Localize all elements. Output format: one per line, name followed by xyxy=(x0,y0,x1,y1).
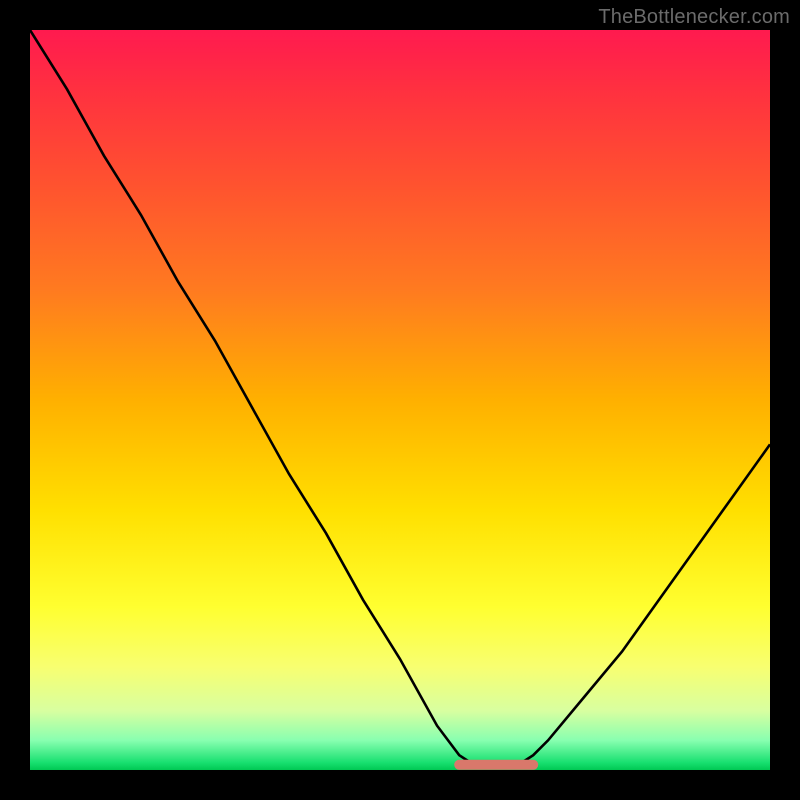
chart-container: TheBottlenecker.com xyxy=(0,0,800,800)
watermark-text: TheBottlenecker.com xyxy=(598,6,790,29)
plot-area xyxy=(30,30,770,770)
bottleneck-curve xyxy=(30,30,770,768)
chart-svg xyxy=(30,30,770,770)
